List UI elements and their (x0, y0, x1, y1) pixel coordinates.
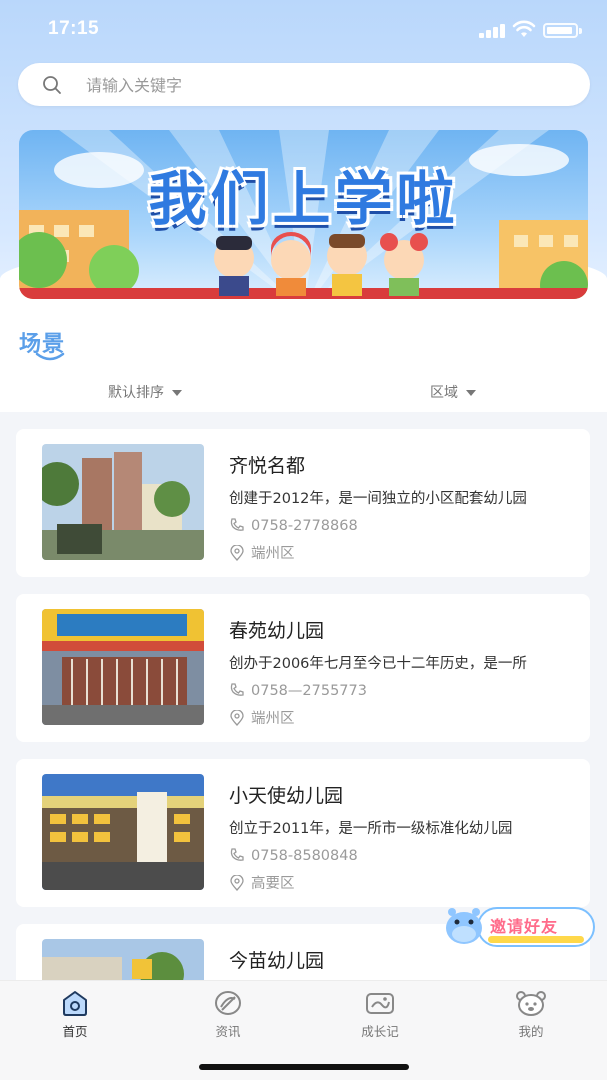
phone-icon (230, 848, 244, 861)
tab-growth[interactable]: 成长记 (340, 989, 420, 1040)
phone-icon (230, 518, 244, 531)
school-name: 齐悦名都 (229, 455, 306, 477)
area-text: 高要区 (251, 876, 295, 892)
profile-icon (516, 991, 546, 1016)
battery-icon (543, 23, 582, 38)
school-area: 端州区 (229, 707, 295, 728)
area-filter-label: 区域 (430, 385, 458, 401)
school-area: 高要区 (229, 872, 295, 893)
school-phone[interactable]: 0758-2778868 (229, 517, 358, 534)
growth-icon (366, 993, 394, 1014)
school-photo (42, 939, 204, 980)
school-card[interactable]: 小天使幼儿园 创立于2011年，是一所市一级标准化幼儿园 0758-858084… (16, 759, 590, 907)
banner[interactable]: 我们上学啦 (19, 130, 588, 299)
caret-down-icon (466, 390, 476, 396)
invite-friends-button[interactable]: 邀请好友 (444, 902, 596, 952)
phone-text: 0758—2755773 (251, 683, 367, 699)
school-description: 创立于2011年，是一所市一级标准化幼儿园 (229, 821, 513, 837)
location-icon (230, 874, 244, 891)
school-name: 春苑幼儿园 (229, 620, 325, 642)
tab-news[interactable]: 资讯 (188, 989, 268, 1040)
status-bar: 17:15 (0, 0, 607, 56)
signal-icon (479, 24, 507, 38)
tab-home-label: 首页 (62, 1024, 88, 1039)
location-icon (230, 709, 244, 726)
phone-icon (230, 683, 244, 696)
school-phone[interactable]: 0758-8580848 (229, 847, 358, 864)
sort-filter-label: 默认排序 (108, 385, 164, 401)
school-name: 小天使幼儿园 (229, 785, 344, 807)
search-bar[interactable] (18, 63, 590, 106)
search-input[interactable] (86, 71, 566, 99)
school-photo (42, 444, 204, 560)
school-photo (42, 609, 204, 725)
smile-icon (35, 352, 65, 361)
tab-profile[interactable]: 我的 (491, 989, 571, 1040)
school-list[interactable]: 齐悦名都 创建于2012年，是一间独立的小区配套幼儿园 0758-2778868… (0, 412, 607, 980)
school-area: 端州区 (229, 542, 295, 563)
tab-home[interactable]: 首页 (35, 989, 115, 1040)
invite-label: 邀请好友 (490, 917, 559, 936)
phone-text: 0758-8580848 (251, 848, 358, 864)
banner-title: 我们上学啦 (148, 165, 459, 233)
home-indicator (199, 1064, 409, 1070)
sort-filter[interactable]: 默认排序 (108, 382, 182, 402)
tab-news-label: 资讯 (215, 1024, 241, 1039)
area-text: 端州区 (251, 711, 295, 727)
caret-down-icon (172, 390, 182, 396)
phone-text: 0758-2778868 (251, 518, 358, 534)
school-card[interactable]: 春苑幼儿园 创办于2006年七月至今已十二年历史，是一所 0758—275577… (16, 594, 590, 742)
wifi-icon (512, 20, 536, 37)
school-photo (42, 774, 204, 890)
location-icon (230, 544, 244, 561)
area-text: 端州区 (251, 546, 295, 562)
news-icon (215, 991, 241, 1015)
status-time: 17:15 (48, 18, 100, 39)
tab-profile-label: 我的 (518, 1024, 544, 1039)
school-description: 创办于2006年七月至今已十二年历史，是一所 (229, 656, 527, 672)
school-phone[interactable]: 0758—2755773 (229, 682, 367, 699)
search-icon (43, 76, 61, 94)
home-icon (63, 991, 87, 1016)
tab-growth-label: 成长记 (361, 1024, 399, 1039)
area-filter[interactable]: 区域 (430, 382, 476, 402)
school-name: 今苗幼儿园 (229, 950, 325, 972)
school-card[interactable]: 齐悦名都 创建于2012年，是一间独立的小区配套幼儿园 0758-2778868… (16, 429, 590, 577)
school-description: 创建于2012年，是一间独立的小区配套幼儿园 (229, 491, 527, 507)
